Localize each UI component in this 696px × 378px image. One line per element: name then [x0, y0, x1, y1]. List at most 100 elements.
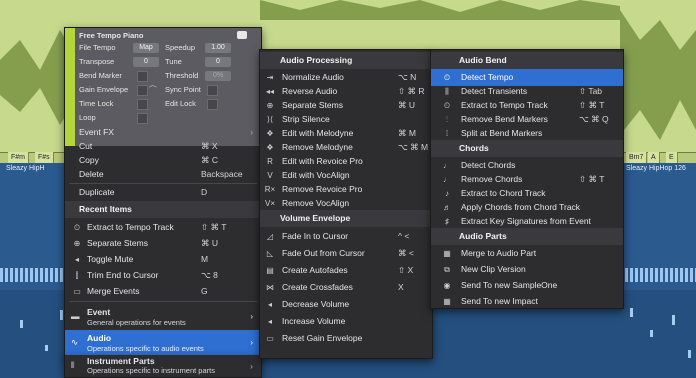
- merge-part-icon: ▦: [443, 249, 451, 258]
- instrument-icon: ⫴: [71, 360, 75, 370]
- envelope-wave-icon[interactable]: ⌒: [149, 84, 157, 96]
- section-title: Chords: [459, 143, 489, 153]
- menu-item-increase-volume[interactable]: ◂ Increase Volume: [260, 313, 432, 330]
- menu-item-shortcut: G: [201, 286, 208, 296]
- trim-icon: ⫿: [75, 271, 79, 280]
- audio-submenu: Audio Processing ⇥ Normalize Audio ⌥ N ◂◂ Re…: [259, 49, 433, 359]
- menu-item-merge-to-audio-part[interactable]: ▦ Merge to Audio Part: [431, 245, 623, 262]
- file-tempo-label: File Tempo: [79, 43, 116, 52]
- chord-marker[interactable]: F#m: [8, 152, 29, 163]
- submenu-arrow-icon: ›: [250, 338, 253, 347]
- group-title: Event: [87, 307, 111, 317]
- section-title: Recent Items: [79, 204, 132, 214]
- menu-item-shortcut: Backspace: [201, 169, 243, 179]
- chord-marker[interactable]: Bm7: [626, 152, 648, 163]
- menu-item-send-to-new-impact[interactable]: ▦ Send To new Impact: [431, 293, 623, 310]
- menu-item-shortcut: M: [201, 254, 209, 264]
- group-subtitle: General operations for events: [87, 318, 186, 327]
- tune-field[interactable]: 0: [205, 57, 231, 67]
- audio-parts-header: Audio Parts: [431, 228, 623, 245]
- menu-item-trim-end[interactable]: ⫿ Trim End to Cursor ⌥ 8: [65, 267, 261, 284]
- threshold-label: Threshold: [165, 71, 199, 80]
- group-title: Audio: [87, 333, 112, 343]
- menu-item-label: Merge to Audio Part: [461, 248, 537, 258]
- menu-item-label: Create Autofades: [282, 265, 348, 275]
- menu-item-create-autofades[interactable]: ▤ Create Autofades ⇧ X: [260, 262, 432, 279]
- event-title-toggle[interactable]: [237, 31, 247, 39]
- fade-out-icon: ◺: [266, 249, 274, 258]
- menu-item-label: Trim End to Cursor: [87, 270, 159, 280]
- menu-item-label: Reset Gain Envelope: [282, 333, 363, 343]
- menu-item-label: Fade Out from Cursor: [282, 248, 365, 258]
- file-tempo-field[interactable]: Map: [133, 43, 159, 53]
- menu-item-send-to-new-sampleone[interactable]: ◉ Send To new SampleOne: [431, 277, 623, 294]
- menu-item-shortcut: ⌘ U: [201, 238, 218, 248]
- menu-item-merge-events[interactable]: ▭ Merge Events G: [65, 283, 261, 300]
- menu-item-decrease-volume[interactable]: ◂ Decrease Volume: [260, 296, 432, 313]
- chord-marker[interactable]: E: [666, 152, 678, 163]
- threshold-field[interactable]: 0%: [205, 71, 231, 81]
- transpose-label: Transpose: [79, 57, 115, 66]
- chord-marker[interactable]: A: [648, 152, 660, 163]
- edit-lock-checkbox[interactable]: [207, 99, 218, 110]
- submenu-arrow-icon: ›: [250, 361, 253, 371]
- menu-item-label: Send To new SampleOne: [461, 280, 558, 290]
- menu-item-delete[interactable]: Delete Backspace: [65, 166, 261, 183]
- volume-down-icon: ◂: [267, 300, 272, 309]
- sync-point-checkbox[interactable]: [207, 85, 218, 96]
- menu-item-label: Delete: [79, 169, 104, 179]
- menu-item-extract-tempo[interactable]: ⏲ Extract to Tempo Track ⇧ ⌘ T: [65, 219, 261, 236]
- clip-label: Sleazy HipH: [6, 165, 45, 172]
- menu-item-reset-gain-envelope[interactable]: ▭ Reset Gain Envelope: [260, 330, 432, 347]
- menu-item-label: Merge Events: [87, 286, 140, 296]
- menu-item-shortcut: ⇧ ⌘ T: [201, 222, 227, 232]
- menu-item-separate-stems[interactable]: ⊕ Separate Stems ⌘ U: [65, 235, 261, 252]
- autofade-icon: ▤: [266, 266, 274, 275]
- menu-item-label: Send To new Impact: [461, 296, 538, 306]
- menu-item-create-crossfades[interactable]: ⋈ Create Crossfades X: [260, 279, 432, 296]
- audio-bend-menu: Audio Bend ⏲ Detect Tempo ⫼ Detect Transien…: [430, 49, 624, 309]
- fade-in-icon: ◿: [266, 232, 274, 241]
- chord-marker[interactable]: F#s: [35, 152, 54, 163]
- bend-marker-checkbox[interactable]: [137, 71, 148, 82]
- menu-item-new-clip-version[interactable]: ⧉ New Clip Version: [431, 261, 623, 278]
- time-lock-checkbox[interactable]: [137, 99, 148, 110]
- time-lock-label: Time Lock: [79, 99, 114, 108]
- menu-item-shortcut: X: [398, 282, 404, 292]
- merge-icon: ▭: [73, 287, 81, 296]
- tempo-icon: ⏲: [73, 223, 81, 232]
- menu-item-fade-in-to-cursor[interactable]: ◿ Fade In to Cursor ^ <: [260, 228, 432, 245]
- menu-item-label: Decrease Volume: [282, 299, 350, 309]
- menu-item-shortcut: D: [201, 187, 208, 197]
- audio-bend-header: Audio Bend: [431, 52, 623, 69]
- speedup-field[interactable]: 1.00: [205, 43, 231, 53]
- menu-item-duplicate[interactable]: Duplicate D: [65, 184, 261, 201]
- section-title: Audio Processing: [280, 55, 353, 65]
- transpose-field[interactable]: 0: [133, 57, 159, 67]
- sync-point-label: Sync Point: [165, 85, 201, 94]
- section-title: Audio Parts: [459, 231, 507, 241]
- reset-gain-icon: ▭: [266, 334, 274, 343]
- gain-envelope-checkbox[interactable]: [137, 85, 148, 96]
- menu-item-fade-out-from-cursor[interactable]: ◺ Fade Out from Cursor ⌘ <: [260, 245, 432, 262]
- loop-label: Loop: [79, 113, 96, 122]
- menu-item-shortcut: ^ <: [398, 231, 410, 241]
- clip-version-icon: ⧉: [444, 265, 450, 274]
- menu-item-label: Fade In to Cursor: [282, 231, 349, 241]
- menu-group-event[interactable]: ▬ Event General operations for events ›: [65, 304, 261, 330]
- speedup-label: Speedup: [165, 43, 196, 52]
- event-title: Free Tempo Piano: [79, 31, 144, 40]
- audio-icon: ∿: [71, 337, 79, 347]
- menu-group-instrument-parts[interactable]: ⫴ Instrument Parts Operations specific t…: [64, 355, 262, 378]
- group-title: Instrument Parts: [87, 356, 155, 366]
- impact-icon: ▦: [443, 297, 451, 306]
- menu-item-label: Separate Stems: [87, 238, 148, 248]
- sampleone-icon: ◉: [443, 281, 451, 290]
- menu-item-toggle-mute[interactable]: ◂ Toggle Mute M: [65, 251, 261, 268]
- edit-lock-label: Edit Lock: [165, 99, 196, 108]
- menu-group-audio[interactable]: ∿ Audio Operations specific to audio eve…: [65, 330, 261, 356]
- section-title: Audio Bend: [459, 55, 507, 65]
- mute-icon: ◂: [74, 255, 79, 264]
- menu-item-shortcut: ⇧ X: [398, 265, 414, 275]
- loop-checkbox[interactable]: [137, 113, 148, 124]
